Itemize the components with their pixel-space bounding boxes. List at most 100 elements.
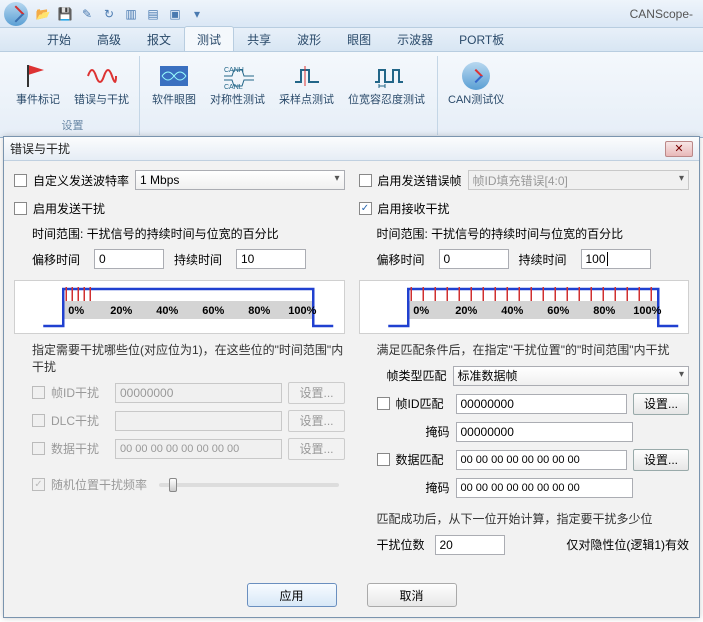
id-mask-label: 掩码 [396,423,450,440]
error-frame-combo: 帧ID填充错误[4:0] [468,170,689,190]
data-match-input[interactable]: 00 00 00 00 00 00 00 00 [456,450,627,470]
enable-recv-interference-checkbox[interactable]: ✓ [359,202,372,215]
random-position-checkbox: ✓ [32,478,45,491]
time-range-label-right: 时间范围: 干扰信号的持续时间与位宽的百分比 [359,225,690,242]
can-tester-button[interactable]: CAN测试仪 [444,58,508,108]
svg-text:100%: 100% [288,305,316,317]
enable-send-interference-checkbox[interactable] [14,202,27,215]
frame-type-combo[interactable]: 标准数据帧 [453,366,690,386]
frame-id-set-button: 设置... [288,382,344,404]
wave-icon [86,60,118,92]
interference-bits-label: 干扰位数 [377,536,429,553]
bitwidth-tolerance-button[interactable]: 位宽容忍度测试 [344,58,429,108]
tab-oscilloscope[interactable]: 示波器 [384,26,446,51]
software-eye-button[interactable]: 软件眼图 [148,58,200,108]
frame-type-match-label: 帧类型匹配 [377,367,447,384]
sample-pulse-icon [291,60,323,92]
svg-text:CANL: CANL [224,84,243,90]
ribbon-panel: 事件标记 错误与干扰 设置 软件眼图 CANHCANL 对称性测试 采样点测试 [0,52,703,138]
tab-message[interactable]: 报文 [134,26,184,51]
svg-text:80%: 80% [593,305,615,317]
custom-baud-checkbox[interactable] [14,174,27,187]
layout2-icon[interactable]: ▤ [144,5,162,23]
offset-label-right: 偏移时间 [377,251,429,268]
refresh-icon[interactable]: ↻ [100,5,118,23]
tab-share[interactable]: 共享 [234,26,284,51]
tab-eye[interactable]: 眼图 [334,26,384,51]
camera-icon[interactable]: ▣ [166,5,184,23]
frame-id-match-checkbox[interactable] [377,397,390,410]
dialog-titlebar: 错误与干扰 ✕ [4,137,699,161]
ribbon-group-can-tester: CAN测试仪 [437,56,514,135]
id-mask-input[interactable]: 00000000 [456,422,634,442]
data-interference-input: 00 00 00 00 00 00 00 00 [115,439,282,459]
timeline-left: 0% 20% 40% 60% 80% 100% [14,280,345,334]
close-button[interactable]: ✕ [665,141,693,157]
data-match-set-button[interactable]: 设置... [633,449,689,471]
frame-id-interference-label: 帧ID干扰 [51,384,109,401]
ribbon-group-settings: 事件标记 错误与干扰 设置 [6,56,140,135]
offset-input-right[interactable]: 0 [439,249,509,269]
save-icon[interactable]: 💾 [56,5,74,23]
ribbon-group-label: 设置 [62,115,84,133]
duration-label-right: 持续时间 [519,251,571,268]
frame-id-match-input[interactable]: 00000000 [456,394,627,414]
apply-button[interactable]: 应用 [247,583,337,607]
duration-input-left[interactable]: 10 [236,249,306,269]
eye-diagram-icon [158,60,190,92]
offset-input-left[interactable]: 0 [94,249,164,269]
right-note: 满足匹配条件后，在指定"干扰位置"的"时间范围"内干扰 [359,342,690,359]
dlc-interference-label: DLC干扰 [51,412,109,429]
tab-waveform[interactable]: 波形 [284,26,334,51]
title-bar: 📂 💾 ✎ ↻ ▥ ▤ ▣ ▾ CANScope- [0,0,703,28]
dialog-footer: 应用 取消 [4,583,699,607]
tab-test[interactable]: 测试 [184,26,234,51]
cancel-button[interactable]: 取消 [367,583,457,607]
svg-text:40%: 40% [156,305,178,317]
error-interference-dialog: 错误与干扰 ✕ 自定义发送波特率 1 Mbps 启用发送干扰 时间范围: 干扰信… [3,136,700,618]
edit-icon[interactable]: ✎ [78,5,96,23]
svg-text:40%: 40% [501,305,523,317]
enable-send-error-checkbox[interactable] [359,174,372,187]
tab-start[interactable]: 开始 [34,26,84,51]
interference-bits-input[interactable]: 20 [435,535,505,555]
svg-text:20%: 20% [455,305,477,317]
window-title: CANScope- [630,7,699,21]
svg-text:0%: 0% [413,305,429,317]
ribbon-tabs: 开始 高级 报文 测试 共享 波形 眼图 示波器 PORT板 [0,28,703,52]
duration-label-left: 持续时间 [174,251,226,268]
data-interference-checkbox [32,442,45,455]
event-marker-button[interactable]: 事件标记 [12,58,64,108]
match-note: 匹配成功后，从下一位开始计算，指定要干扰多少位 [359,511,690,528]
random-frequency-slider [159,483,338,487]
baud-combo[interactable]: 1 Mbps [135,170,344,190]
qat-dropdown-icon[interactable]: ▾ [188,5,206,23]
dialog-title: 错误与干扰 [10,140,70,157]
layout1-icon[interactable]: ▥ [122,5,140,23]
data-match-checkbox[interactable] [377,453,390,466]
error-interference-button[interactable]: 错误与干扰 [70,58,133,108]
duration-input-right[interactable]: 100 [581,249,651,269]
open-icon[interactable]: 📂 [34,5,52,23]
sample-point-button[interactable]: 采样点测试 [275,58,338,108]
enable-recv-interference-label: 启用接收干扰 [378,200,450,217]
tab-port[interactable]: PORT板 [446,26,517,51]
app-logo-icon [4,2,28,26]
canh-canl-icon: CANHCANL [222,60,254,92]
frame-id-match-set-button[interactable]: 设置... [633,393,689,415]
data-interference-label: 数据干扰 [51,440,109,457]
symmetry-test-button[interactable]: CANHCANL 对称性测试 [206,58,269,108]
dlc-set-button: 设置... [288,410,344,432]
flag-icon [22,60,54,92]
svg-text:60%: 60% [202,305,224,317]
data-mask-input[interactable]: 00 00 00 00 00 00 00 00 [456,478,634,498]
bitwidth-icon [371,60,403,92]
random-position-label: 随机位置干扰频率 [51,476,147,493]
dlc-interference-input [115,411,282,431]
ribbon-group-tests: 软件眼图 CANHCANL 对称性测试 采样点测试 位宽容忍度测试 [142,56,435,135]
quick-access-toolbar: 📂 💾 ✎ ↻ ▥ ▤ ▣ ▾ [34,5,206,23]
data-set-button: 设置... [288,438,344,460]
tab-advanced[interactable]: 高级 [84,26,134,51]
interference-bits-note: 仅对隐性位(逻辑1)有效 [511,536,690,553]
offset-label-left: 偏移时间 [32,251,84,268]
